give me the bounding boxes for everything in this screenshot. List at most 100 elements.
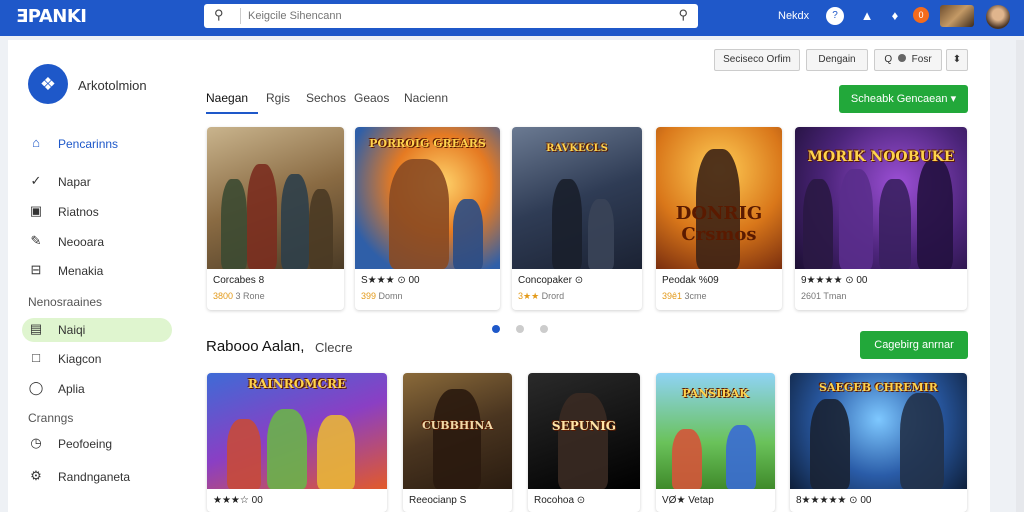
game-info: Domn — [378, 291, 403, 301]
tab-geaos[interactable]: Geaos — [354, 91, 389, 105]
game-title: 8★★★★★ ⊙ 00 — [796, 495, 872, 506]
scrollbar[interactable] — [1016, 40, 1024, 512]
game-art: RAINROMCRE — [207, 373, 387, 489]
sidebar-item-home[interactable]: ⌂ Pencarinns — [22, 132, 172, 156]
game-meta: 3★★ Drord — [518, 291, 564, 302]
game-title: Reeocianp S — [409, 495, 467, 506]
sidebar-item-naiqi[interactable]: ▤ Naiqi — [22, 318, 172, 342]
sidebar-item-label: Neooara — [58, 235, 105, 249]
sidebar-item-label: Pencarinns — [58, 137, 119, 151]
gear-icon: ⚙ — [30, 468, 42, 483]
game-art-title: DONRIG Crsmos — [675, 203, 763, 245]
grid-icon: ▤ — [29, 321, 43, 336]
sidebar-item-randnganeta[interactable]: ⚙ Randnganeta — [22, 465, 172, 489]
game-card[interactable]: RAINROMCRE ★★★☆ 00 — [207, 373, 387, 512]
sidebar-item-aplia[interactable]: ◯ Aplia — [22, 377, 172, 401]
game-info: Drord — [541, 291, 565, 301]
carousel-dot[interactable] — [492, 325, 500, 333]
game-art-title: SAEGEB CHREMIR — [819, 381, 938, 394]
search-divider — [240, 8, 241, 24]
tab-rgis[interactable]: Rgis — [266, 91, 290, 105]
tab-nacienn[interactable]: Nacienn — [404, 91, 448, 105]
game-card[interactable]: MORIK NOOBUKE 9★★★★ ⊙ 00 2601 Tman — [795, 127, 967, 310]
game-card[interactable]: PORROIG GREARS S★★★ ⊙ 00 399 Domn — [355, 127, 500, 310]
generate-button[interactable]: Scheabk Gencaean ▾ — [839, 85, 968, 113]
game-rating: 3★★ — [518, 291, 540, 301]
brand-logo-icon[interactable]: ❖ — [28, 64, 68, 104]
game-card[interactable]: RAVKECLS Concopaker ⊙ 3★★ Drord — [512, 127, 642, 310]
game-rating: 399 — [361, 291, 377, 301]
sidebar-item-riatnos[interactable]: ▣ Riatnos — [22, 200, 172, 224]
clock-icon: ◷ — [30, 435, 42, 450]
filter-button[interactable]: Seciseco Orfim — [714, 49, 800, 71]
alert-icon[interactable]: ▲ — [858, 7, 876, 25]
tab-naegan[interactable]: Naegan — [206, 91, 248, 105]
game-art — [207, 127, 344, 269]
avatar[interactable] — [986, 5, 1010, 29]
game-title: Peodak %09 — [662, 275, 719, 286]
sidebar: ❖ Arkotolmion ⌂ Pencarinns ✓ Napar ▣ Ria… — [8, 40, 188, 512]
pin-icon: ✓ — [30, 173, 42, 188]
game-art-title: PANSIBAK — [682, 387, 749, 400]
game-art: PORROIG GREARS — [355, 127, 500, 269]
top-bar: ƎPANKI ⚲ ⚲ Nekdx ? ▲ ♦ 0 — [0, 0, 1024, 36]
puzzle-icon: ▣ — [29, 203, 43, 218]
game-meta: 2601 Tman — [801, 291, 846, 301]
sidebar-item-napar[interactable]: ✓ Napar — [22, 170, 172, 194]
game-info: 3 Rone — [235, 291, 265, 301]
game-art: SAEGEB CHREMIR — [790, 373, 967, 489]
game-card[interactable]: SAEGEB CHREMIR 8★★★★★ ⊙ 00 — [790, 373, 967, 512]
carousel-dot[interactable] — [540, 325, 548, 333]
game-title: Corcabes 8 — [213, 275, 265, 286]
section-subtitle[interactable]: Clecre — [315, 340, 353, 355]
carousel-dot[interactable] — [516, 325, 524, 333]
view-q-label: Q — [884, 54, 893, 65]
game-art: SEPUNIG — [528, 373, 640, 489]
help-icon[interactable]: ? — [826, 7, 844, 25]
tab-sechos[interactable]: Sechos — [306, 91, 346, 105]
game-card[interactable]: Corcabes 8 3800 3 Rone — [207, 127, 344, 310]
game-art: CUBBHINA — [403, 373, 512, 489]
profile-thumbnail[interactable] — [940, 5, 974, 27]
notification-badge[interactable]: 0 — [913, 7, 929, 23]
sidebar-item-label: Riatnos — [58, 205, 99, 219]
game-info: 3cme — [684, 291, 707, 301]
sidebar-item-menakia[interactable]: ⊟ Menakia — [22, 259, 172, 283]
game-card[interactable]: CUBBHINA Reeocianp S — [403, 373, 512, 512]
sidebar-item-kiagcon[interactable]: □ Kiagcon — [22, 347, 172, 371]
sidebar-item-label: Menakia — [58, 264, 104, 278]
generate-button-label: Scheabk Gencaean — [850, 93, 948, 105]
app-logo[interactable]: ƎPANKI — [16, 6, 87, 27]
game-rating: 39ê1 — [662, 291, 683, 301]
game-art: MORIK NOOBUKE — [795, 127, 967, 269]
sidebar-item-label: Aplia — [58, 382, 85, 396]
game-art-title: MORIK NOOBUKE — [807, 149, 955, 165]
sidebar-item-neooara[interactable]: ✎ Neooara — [22, 230, 172, 254]
game-card[interactable]: PANSIBAK VØ★ Vetap — [656, 373, 775, 512]
game-card[interactable]: DONRIG Crsmos Peodak %09 39ê1 3cme — [656, 127, 782, 310]
sidebar-item-label: Peofoeing — [58, 437, 113, 451]
bell-icon[interactable]: ♦ — [886, 7, 904, 25]
sort-button[interactable]: Dengain — [806, 49, 868, 71]
section-action-button[interactable]: Cagebirg anrnar — [860, 331, 968, 359]
search-bar[interactable]: ⚲ ⚲ — [204, 4, 698, 28]
edit-icon: ✎ — [30, 233, 42, 248]
minus-box-icon: ⊟ — [30, 262, 42, 277]
more-options-button[interactable]: ⬍ — [946, 49, 968, 71]
search-input[interactable] — [248, 7, 648, 25]
game-meta: 399 Domn — [361, 291, 403, 301]
game-card[interactable]: SEPUNIG Rocohoa ⊙ — [528, 373, 640, 512]
game-art-title: RAINROMCRE — [247, 377, 347, 391]
view-button[interactable]: Q Fosr — [874, 49, 942, 71]
dot-icon — [897, 54, 906, 62]
game-art-title: RAVKECLS — [546, 143, 608, 154]
sidebar-item-label: Randnganeta — [58, 470, 131, 484]
game-art: PANSIBAK — [656, 373, 775, 489]
user-name[interactable]: Nekdx — [778, 10, 809, 22]
sidebar-item-peofoeing[interactable]: ◷ Peofoeing — [22, 432, 172, 456]
sidebar-item-label: Naiqi — [58, 323, 86, 337]
game-art-title: CUBBHINA — [421, 419, 494, 432]
game-art-title: SEPUNIG — [551, 419, 617, 433]
search-icon[interactable]: ⚲ — [214, 7, 224, 23]
search-submit-icon[interactable]: ⚲ — [678, 7, 688, 23]
